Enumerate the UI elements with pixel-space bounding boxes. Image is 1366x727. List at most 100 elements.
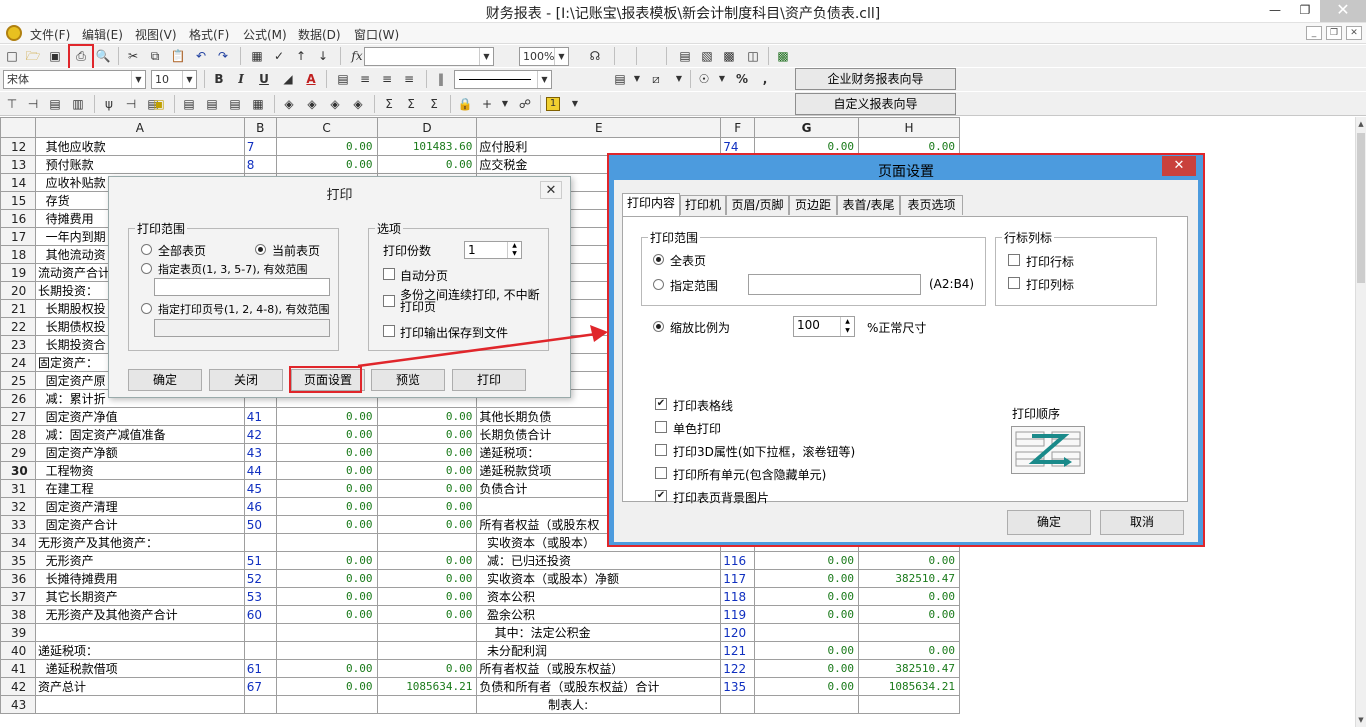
cell-d[interactable]: 0.00 <box>376 569 478 588</box>
cell-a[interactable]: 在建工程 <box>34 479 245 498</box>
row-header[interactable]: 41 <box>0 659 36 678</box>
menu-format[interactable]: 格式(F) <box>189 26 229 43</box>
row-header[interactable]: 18 <box>0 245 36 264</box>
add-icon[interactable]: + <box>478 95 496 113</box>
comma-button[interactable]: , <box>756 70 774 88</box>
row-header[interactable]: 42 <box>0 677 36 696</box>
print-order-icon[interactable] <box>1011 426 1085 474</box>
cell-a[interactable] <box>34 623 245 642</box>
row-header[interactable]: 40 <box>0 641 36 660</box>
cell-b[interactable]: 43 <box>243 443 277 462</box>
menu-data[interactable]: 数据(D) <box>298 26 341 43</box>
chart-wizard-icon[interactable]: ▩ <box>774 47 792 65</box>
cell-f[interactable]: 117 <box>720 569 756 588</box>
table-icon-3[interactable]: ▤ <box>226 95 244 113</box>
cell-a[interactable]: 资产总计 <box>34 677 245 696</box>
row-header[interactable]: 27 <box>0 407 36 426</box>
cell-a[interactable]: 无形资产 <box>34 551 245 570</box>
row-header[interactable]: 35 <box>0 551 36 570</box>
column-header-d[interactable]: D <box>376 117 478 138</box>
cell-c[interactable]: 0.00 <box>275 461 378 480</box>
cell-d[interactable]: 101483.60 <box>376 137 478 156</box>
row-header[interactable]: 23 <box>0 335 36 354</box>
cell-c[interactable]: 0.00 <box>275 407 378 426</box>
row-header[interactable]: 29 <box>0 443 36 462</box>
ps-specify-range-radio[interactable] <box>653 279 664 290</box>
cell-d[interactable]: 0.00 <box>376 479 478 498</box>
cell-d[interactable]: 0.00 <box>376 407 478 426</box>
cell-b[interactable]: 52 <box>243 569 277 588</box>
row-header[interactable]: 25 <box>0 371 36 390</box>
cell-b[interactable]: 8 <box>243 155 277 174</box>
cell-d[interactable]: 0.00 <box>376 659 478 678</box>
tab-page-options[interactable]: 表页选项 <box>900 195 963 215</box>
cell-g[interactable]: 0.00 <box>754 551 859 570</box>
row-header[interactable]: 16 <box>0 209 36 228</box>
column-header-c[interactable]: C <box>275 117 378 138</box>
scale-input[interactable]: 100 ▲ ▼ <box>793 316 855 337</box>
cell-h[interactable]: 1085634.21 <box>857 677 960 696</box>
undo-icon[interactable]: ↶ <box>192 47 210 65</box>
sum-icon[interactable]: Σ <box>380 95 398 113</box>
number-one-icon[interactable]: 1 <box>546 97 560 111</box>
cell-c[interactable]: 0.00 <box>275 425 378 444</box>
cell-d[interactable]: 0.00 <box>376 551 478 570</box>
cell-b[interactable] <box>243 623 277 642</box>
align-center-icon[interactable]: ≡ <box>378 70 396 88</box>
restore-button[interactable]: ❐ <box>1290 0 1320 22</box>
menu-view[interactable]: 视图(V) <box>135 26 177 43</box>
lock-icon[interactable]: 🔒 <box>456 95 474 113</box>
cell-h[interactable]: 382510.47 <box>857 569 960 588</box>
cell-a[interactable]: 固定资产合计 <box>34 515 245 534</box>
font-size-combo[interactable]: 10 ▼ <box>151 70 197 89</box>
cell-c[interactable]: 0.00 <box>275 677 378 696</box>
view-normal-icon[interactable]: ▤ <box>676 47 694 65</box>
cell-a[interactable]: 其他应收款 <box>34 137 245 156</box>
copies-spinner-icon[interactable]: ▲ ▼ <box>507 242 521 258</box>
view-print-icon[interactable]: ▩ <box>720 47 738 65</box>
cell-c[interactable]: 0.00 <box>275 515 378 534</box>
minimize-button[interactable]: — <box>1260 0 1290 22</box>
grid-icon[interactable]: ▦ <box>248 47 266 65</box>
cell-c[interactable]: 0.00 <box>275 443 378 462</box>
insert-col-icon[interactable]: ⊣ <box>24 95 42 113</box>
cell-e[interactable]: 实收资本（或股本）净额 <box>476 569 722 588</box>
app-logo-icon[interactable] <box>6 25 22 41</box>
cell-e[interactable]: 其中：法定公积金 <box>476 623 722 642</box>
cell-a[interactable]: 预付账款 <box>34 155 245 174</box>
cell-b[interactable]: 50 <box>243 515 277 534</box>
cell-a[interactable] <box>34 695 245 714</box>
cell-g[interactable] <box>754 623 859 642</box>
cell-d[interactable]: 0.00 <box>376 461 478 480</box>
formula-combo[interactable]: ▼ <box>364 47 494 66</box>
tab-printer[interactable]: 打印机 <box>680 195 726 215</box>
cell-a[interactable]: 长摊待摊费用 <box>34 569 245 588</box>
cell-h[interactable] <box>857 623 960 642</box>
cell-h[interactable]: 0.00 <box>857 551 960 570</box>
scroll-up-icon[interactable]: ▲ <box>1356 117 1366 131</box>
row-header[interactable]: 14 <box>0 173 36 192</box>
cell-a[interactable]: 无形资产及其他资产： <box>34 533 245 552</box>
eraser-icon[interactable]: ⧄ <box>647 70 665 88</box>
print-option-checkbox[interactable]: ✔ <box>655 398 667 410</box>
row-header[interactable]: 15 <box>0 191 36 210</box>
align-right-icon[interactable]: ≡ <box>400 70 418 88</box>
chart-icon-2[interactable]: ◈ <box>303 95 321 113</box>
cell-e[interactable]: 未分配利润 <box>476 641 722 660</box>
cell-d[interactable] <box>376 533 478 552</box>
continuous-print-checkbox[interactable] <box>383 295 395 307</box>
cell-b[interactable]: 7 <box>243 137 277 156</box>
specify-print-pages-input[interactable] <box>154 319 330 337</box>
row-header[interactable]: 12 <box>0 137 36 156</box>
menu-edit[interactable]: 编辑(E) <box>82 26 123 43</box>
new-file-icon[interactable]: □ <box>3 47 21 65</box>
row-header[interactable]: 22 <box>0 317 36 336</box>
cell-a[interactable]: 固定资产净值 <box>34 407 245 426</box>
cell-f[interactable]: 135 <box>720 677 756 696</box>
column-header-g[interactable]: G <box>754 117 859 138</box>
specify-pages-radio[interactable] <box>141 263 152 274</box>
cell-g[interactable] <box>754 695 859 714</box>
cell-d[interactable]: 0.00 <box>376 515 478 534</box>
chart-icon-4[interactable]: ◈ <box>349 95 367 113</box>
table-icon-4[interactable]: ▦ <box>249 95 267 113</box>
